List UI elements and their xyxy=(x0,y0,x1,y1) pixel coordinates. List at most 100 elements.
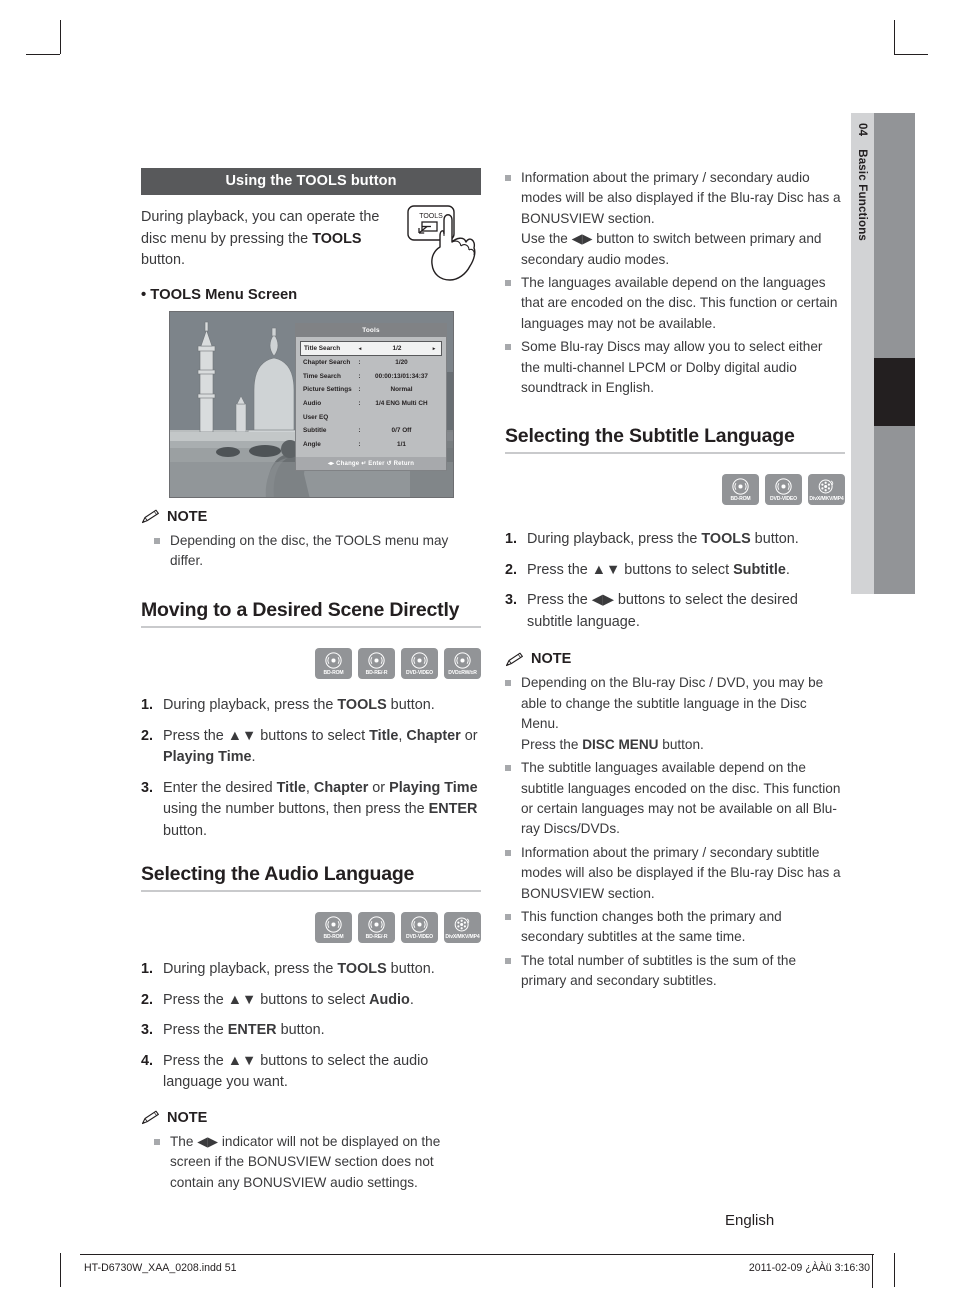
osd-row-value: 1/2 xyxy=(392,345,402,352)
disc-caption: DivX/MKV/MP4 xyxy=(445,934,480,941)
note-header-subtitle: NOTE xyxy=(505,651,845,667)
note-item: The ◀▶ indicator will not be displayed o… xyxy=(141,1132,481,1193)
osd-row-value: 1/4 ENG Multi CH xyxy=(375,400,428,408)
osd-row-time-search[interactable]: Time Search : 00:00:13/01:34:37 xyxy=(300,370,442,384)
step-number: 1. xyxy=(141,697,154,714)
step-row: 2. Press the ▲▼ buttons to select Subtit… xyxy=(505,560,845,582)
film-reel-icon xyxy=(454,916,471,933)
note-list-1: Depending on the disc, the TOOLS menu ma… xyxy=(141,531,481,572)
tools-menu-screenshot: Tools Title Search ◂ 1/2 ▸ Chapter Searc… xyxy=(169,311,454,498)
disc-caption: DVD-VIDEO xyxy=(770,496,797,503)
tools-osd-panel: Tools Title Search ◂ 1/2 ▸ Chapter Searc… xyxy=(295,323,447,471)
step-number: 2. xyxy=(505,561,518,578)
osd-row-key: Picture Settings xyxy=(303,386,352,394)
intro-paragraph: During playback, you can operate the dis… xyxy=(141,207,393,272)
pencil-icon xyxy=(141,1110,159,1125)
step-row: 4. Press the ▲▼ buttons to select the au… xyxy=(141,1051,481,1094)
osd-row-sep: : xyxy=(358,400,361,408)
disc-icons-subtitle: BD-ROM DVD-VIDEO DivX/MKV/MP4 xyxy=(505,474,845,506)
bullet-square-icon xyxy=(505,765,511,772)
osd-row-subtitle[interactable]: Subtitle : 0/7 Off xyxy=(300,424,442,438)
crop-mark-top-left xyxy=(60,20,61,54)
disc-glyph-icon xyxy=(325,652,342,669)
intro-tools-bold: TOOLS xyxy=(312,230,362,247)
note-item-text: Depending on the Blu-ray Disc / DVD, you… xyxy=(521,675,824,752)
osd-row-key: Angle xyxy=(303,440,321,448)
step-number: 3. xyxy=(141,779,154,796)
step-number: 2. xyxy=(141,991,154,1008)
note-item: The total number of subtitles is the sum… xyxy=(505,951,845,992)
note-item-text: Some Blu-ray Discs may allow you to sele… xyxy=(521,339,823,396)
crop-mark-bottom-left xyxy=(60,1253,61,1287)
crop-mark-bottom-right xyxy=(894,1253,895,1287)
footer-timestamp: 2011-02-09 ¿ÀÀü 3:16:30 xyxy=(748,1262,870,1274)
disc-icons-audio: BD-ROM BD-RE/-R DVD-VIDEO DivX/MKV/MP4 xyxy=(141,912,481,944)
osd-row-title-search[interactable]: Title Search ◂ 1/2 ▸ xyxy=(300,341,442,356)
step-number: 4. xyxy=(141,1052,154,1069)
osd-row-angle[interactable]: Angle : 1/1 xyxy=(300,438,442,452)
step-text: During playback, press the TOOLS button. xyxy=(163,697,435,714)
steps-subtitle-language: 1. During playback, press the TOOLS butt… xyxy=(505,529,845,633)
note-header-1: NOTE xyxy=(141,509,481,525)
disc-icons-scene: BD-ROM BD-RE/-R DVD-VIDEO DVD±RW/±R xyxy=(141,648,481,680)
manual-page: 04 Basic Functions Using the TOOLS butto… xyxy=(0,0,954,1307)
osd-row-chapter-search[interactable]: Chapter Search : 1/20 xyxy=(300,356,442,370)
osd-row-sep: : xyxy=(358,427,361,435)
disc-glyph-icon xyxy=(368,916,385,933)
bullet-square-icon xyxy=(505,680,511,687)
bullet-square-icon xyxy=(505,280,511,287)
bullet-square-icon xyxy=(505,849,511,856)
disc-caption: DVD-VIDEO xyxy=(406,670,433,677)
note-item: The languages available depend on the la… xyxy=(505,273,845,334)
osd-row-audio[interactable]: Audio : 1/4 ENG Multi CH xyxy=(300,397,442,411)
osd-row-key: Title Search xyxy=(304,345,341,352)
note-item: Information about the primary / secondar… xyxy=(505,168,845,270)
bullet-square-icon xyxy=(154,537,160,544)
note-item: This function changes both the primary a… xyxy=(505,907,845,948)
disc-icon-bd-re-r: BD-RE/-R xyxy=(358,912,395,944)
footer-filename: HT-D6730W_XAA_0208.indd 51 xyxy=(84,1262,237,1274)
right-column: Information about the primary / secondar… xyxy=(505,168,845,995)
disc-icon-divx-mkv-mp4: DivX/MKV/MP4 xyxy=(808,474,845,506)
step-text: Press the ▲▼ buttons to select the audio… xyxy=(163,1052,429,1091)
osd-row-key: Audio xyxy=(303,400,322,408)
osd-row-value: Normal xyxy=(390,386,413,394)
pencil-icon xyxy=(141,509,159,524)
step-row: 2. Press the ▲▼ buttons to select Title,… xyxy=(141,726,481,769)
osd-row-value: 1/1 xyxy=(397,440,406,448)
bullet-text: Menu Screen xyxy=(201,286,298,303)
disc-caption: BD-ROM xyxy=(323,670,344,677)
osd-row-sep: : xyxy=(358,386,361,394)
osd-row-user-eq[interactable]: User EQ xyxy=(300,410,442,424)
disc-glyph-icon xyxy=(411,652,428,669)
disc-icon-bd-rom: BD-ROM xyxy=(722,474,759,506)
intro-text-post: button. xyxy=(141,252,186,268)
svg-text:TOOLS: TOOLS xyxy=(419,213,443,220)
right-arrow-icon[interactable]: ▸ xyxy=(430,346,438,352)
step-text: Press the ▲▼ buttons to select Subtitle. xyxy=(527,561,790,578)
osd-row-picture-settings[interactable]: Picture Settings : Normal xyxy=(300,383,442,397)
disc-icon-dvd-video: DVD-VIDEO xyxy=(401,912,438,944)
crop-mark-top-left-h xyxy=(26,54,60,55)
chapter-side-bar xyxy=(874,113,915,594)
osd-row-key: Subtitle xyxy=(303,427,327,435)
note-item: Depending on the disc, the TOOLS menu ma… xyxy=(141,531,481,572)
step-row: 1. During playback, press the TOOLS butt… xyxy=(141,695,481,717)
step-text: During playback, press the TOOLS button. xyxy=(527,531,799,548)
disc-caption: BD-ROM xyxy=(323,934,344,941)
note-item: Information about the primary / secondar… xyxy=(505,843,845,904)
note-item: Depending on the Blu-ray Disc / DVD, you… xyxy=(505,673,845,755)
bullet-square-icon xyxy=(154,1138,160,1145)
step-row: 1. During playback, press the TOOLS butt… xyxy=(505,529,845,551)
osd-row-value: 0/7 Off xyxy=(391,427,412,435)
note-list-audio-continued: Information about the primary / secondar… xyxy=(505,168,845,398)
osd-row-sep: : xyxy=(358,372,361,380)
footer-right-tick xyxy=(872,1254,873,1288)
steps-moving-scene: 1. During playback, press the TOOLS butt… xyxy=(141,695,481,842)
left-arrow-icon[interactable]: ◂ xyxy=(356,346,364,352)
disc-glyph-icon xyxy=(411,916,428,933)
note-item-text: The total number of subtitles is the sum… xyxy=(521,952,797,989)
disc-glyph-icon xyxy=(454,652,471,669)
step-text: Enter the desired Title, Chapter or Play… xyxy=(163,779,478,839)
disc-glyph-icon xyxy=(325,916,342,933)
